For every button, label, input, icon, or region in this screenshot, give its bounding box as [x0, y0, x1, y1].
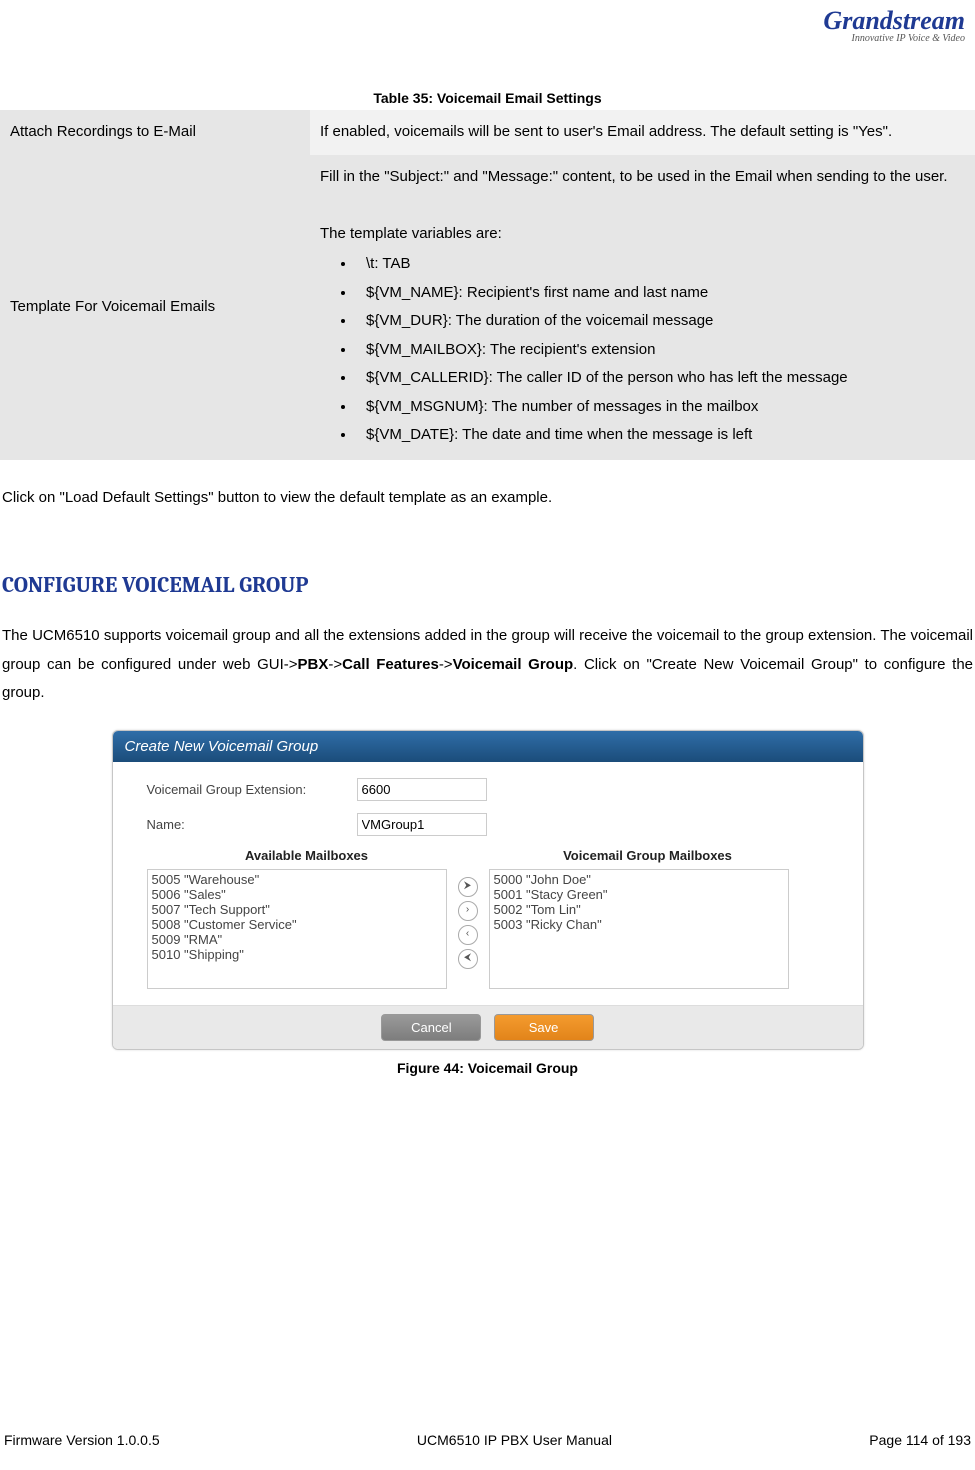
list-item: ${VM_DATE}: The date and time when the m…: [356, 421, 965, 450]
create-voicemail-group-dialog: Create New Voicemail Group Voicemail Gro…: [112, 730, 864, 1050]
footer-firmware: Firmware Version 1.0.0.5: [4, 1432, 160, 1448]
table-caption: Table 35: Voicemail Email Settings: [0, 90, 975, 106]
list-item[interactable]: 5000 "John Doe": [494, 872, 784, 887]
save-button[interactable]: Save: [494, 1014, 594, 1041]
form-row-name: Name:: [147, 813, 829, 836]
list-item[interactable]: 5010 "Shipping": [152, 947, 442, 962]
move-right-button[interactable]: ›: [458, 901, 478, 921]
para-bold: PBX: [298, 656, 329, 673]
setting-desc: If enabled, voicemails will be sent to u…: [310, 110, 975, 155]
settings-table: Attach Recordings to E-Mail If enabled, …: [0, 110, 975, 460]
table-row: Template For Voicemail Emails Fill in th…: [0, 155, 975, 460]
brand-logo: Grandstream Innovative IP Voice & Video: [823, 8, 965, 44]
list-item: ${VM_MSGNUM}: The number of messages in …: [356, 393, 965, 422]
template-vars-list: \t: TAB ${VM_NAME}: Recipient's first na…: [320, 250, 965, 450]
list-item: ${VM_NAME}: Recipient's first name and l…: [356, 279, 965, 308]
setting-label: Template For Voicemail Emails: [0, 155, 310, 460]
name-input[interactable]: [357, 813, 487, 836]
group-mailboxes-header: Voicemail Group Mailboxes: [467, 848, 829, 863]
setting-label: Attach Recordings to E-Mail: [0, 110, 310, 155]
move-all-left-button[interactable]: ⮜: [458, 949, 478, 969]
extension-label: Voicemail Group Extension:: [147, 782, 357, 797]
list-item[interactable]: 5006 "Sales": [152, 887, 442, 902]
para-bold: Call Features: [342, 656, 439, 673]
para-bold: Voicemail Group: [453, 656, 574, 673]
para-text: ->: [439, 656, 453, 673]
after-table-text: Click on "Load Default Settings" button …: [0, 484, 975, 513]
available-mailboxes-list[interactable]: 5005 "Warehouse" 5006 "Sales" 5007 "Tech…: [147, 869, 447, 989]
page-footer: Firmware Version 1.0.0.5 UCM6510 IP PBX …: [0, 1432, 975, 1448]
dialog-title: Create New Voicemail Group: [113, 731, 863, 762]
footer-manual-title: UCM6510 IP PBX User Manual: [417, 1432, 612, 1448]
list-item: ${VM_MAILBOX}: The recipient's extension: [356, 336, 965, 365]
table-row: Attach Recordings to E-Mail If enabled, …: [0, 110, 975, 155]
list-headers: Available Mailboxes Voicemail Group Mail…: [147, 848, 829, 863]
list-item[interactable]: 5008 "Customer Service": [152, 917, 442, 932]
section-paragraph: The UCM6510 supports voicemail group and…: [0, 622, 975, 708]
list-item[interactable]: 5001 "Stacy Green": [494, 887, 784, 902]
available-mailboxes-header: Available Mailboxes: [147, 848, 467, 863]
list-item[interactable]: 5009 "RMA": [152, 932, 442, 947]
list-item: ${VM_DUR}: The duration of the voicemail…: [356, 307, 965, 336]
move-left-button[interactable]: ‹: [458, 925, 478, 945]
logo-main-text: Grandstream: [823, 6, 965, 35]
list-item[interactable]: 5005 "Warehouse": [152, 872, 442, 887]
move-all-right-button[interactable]: ⮞: [458, 877, 478, 897]
list-item[interactable]: 5002 "Tom Lin": [494, 902, 784, 917]
form-row-extension: Voicemail Group Extension:: [147, 778, 829, 801]
setting-desc: Fill in the "Subject:" and "Message:" co…: [310, 155, 975, 460]
para-text: ->: [328, 656, 342, 673]
template-vars-heading: The template variables are:: [320, 220, 965, 249]
transfer-buttons: ⮞ › ‹ ⮜: [447, 869, 489, 989]
dialog-footer: Cancel Save: [113, 1005, 863, 1049]
group-mailboxes-list[interactable]: 5000 "John Doe" 5001 "Stacy Green" 5002 …: [489, 869, 789, 989]
list-item[interactable]: 5003 "Ricky Chan": [494, 917, 784, 932]
logo-sub-text: Innovative IP Voice & Video: [823, 34, 965, 44]
list-item[interactable]: 5007 "Tech Support": [152, 902, 442, 917]
extension-input[interactable]: [357, 778, 487, 801]
name-label: Name:: [147, 817, 357, 832]
footer-page-number: Page 114 of 193: [869, 1432, 971, 1448]
section-heading: CONFIGURE VOICEMAIL GROUP: [0, 572, 975, 598]
list-item: \t: TAB: [356, 250, 965, 279]
template-intro: Fill in the "Subject:" and "Message:" co…: [320, 163, 965, 192]
figure-caption: Figure 44: Voicemail Group: [0, 1060, 975, 1076]
cancel-button[interactable]: Cancel: [381, 1014, 481, 1041]
list-item: ${VM_CALLERID}: The caller ID of the per…: [356, 364, 965, 393]
